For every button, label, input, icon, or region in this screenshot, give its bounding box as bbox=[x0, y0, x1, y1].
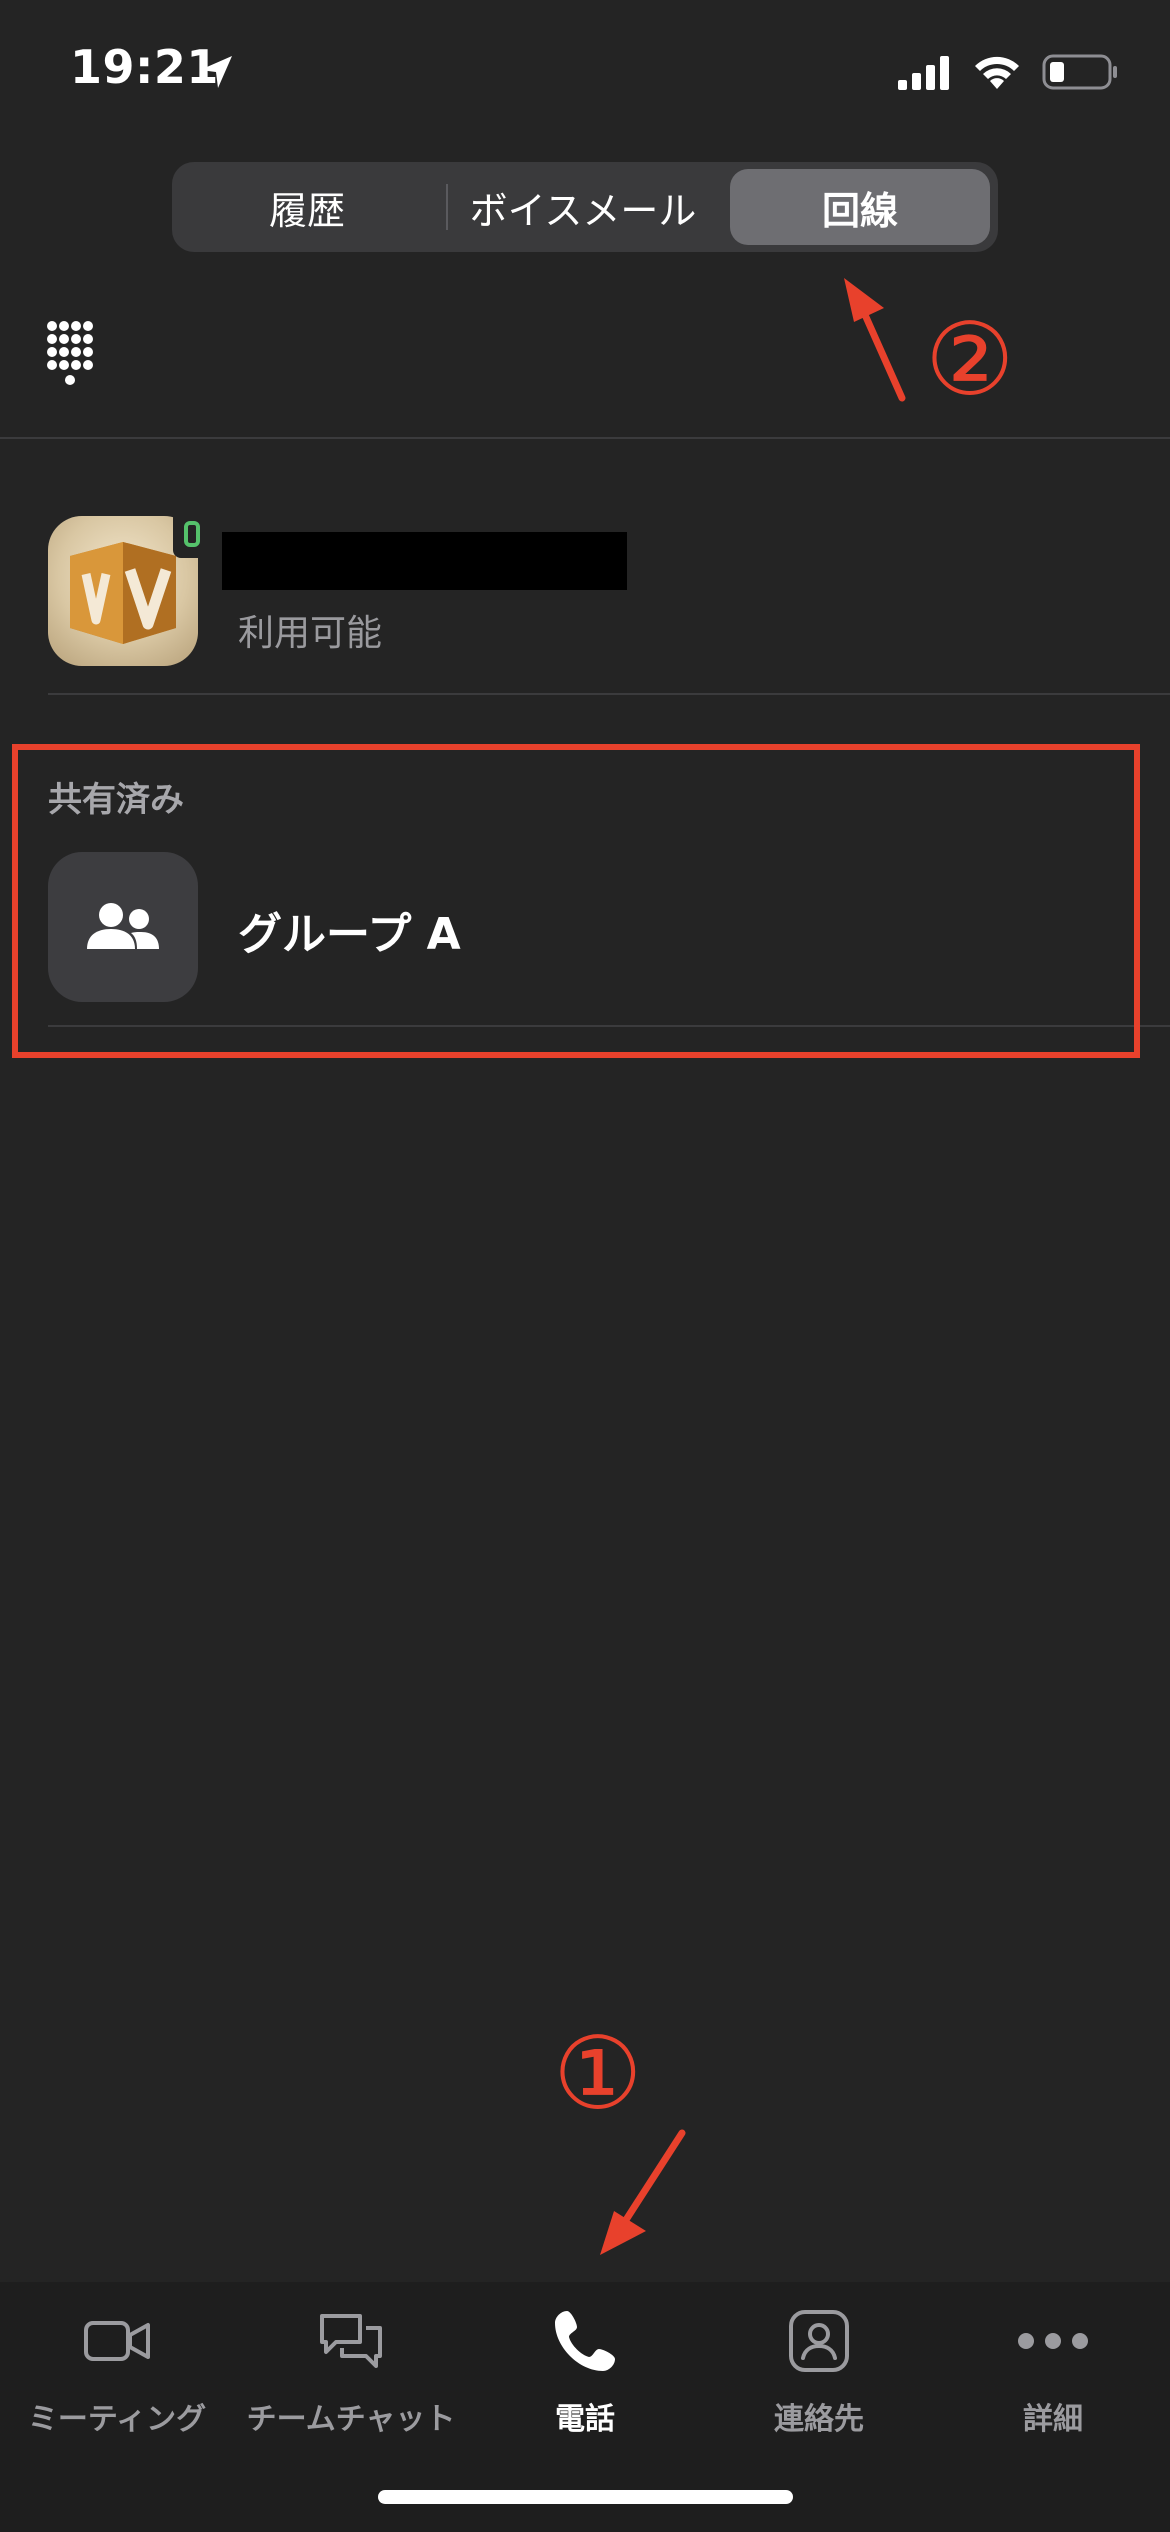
annotation-arrow-up bbox=[844, 278, 906, 402]
annotation-arrow-down bbox=[600, 2129, 686, 2255]
segmented-control: 履歴 ボイスメール 回線 bbox=[172, 162, 998, 252]
segment-history[interactable]: 履歴 bbox=[172, 162, 442, 252]
contact-card-icon bbox=[789, 2310, 849, 2372]
tab-phone[interactable]: 電話 bbox=[468, 2296, 702, 2446]
dialpad-icon[interactable] bbox=[44, 318, 100, 390]
tab-meetings[interactable]: ミーティング bbox=[0, 2296, 234, 2446]
annotation-number-1: ① bbox=[553, 2015, 643, 2132]
segment-voicemail[interactable]: ボイスメール bbox=[448, 162, 718, 252]
segment-lines[interactable]: 回線 bbox=[730, 169, 990, 245]
tab-label: 詳細 bbox=[1023, 2402, 1083, 2437]
tab-team-chat[interactable]: チームチャット bbox=[234, 2296, 468, 2446]
chat-bubbles-icon bbox=[320, 2314, 382, 2368]
tab-label: 電話 bbox=[555, 2402, 615, 2437]
battery-icon bbox=[1042, 54, 1117, 90]
tab-label: チームチャット bbox=[246, 2402, 456, 2437]
annotation-number-2: ② bbox=[925, 301, 1015, 418]
annotation-highlight-box bbox=[12, 744, 1140, 1058]
status-bar: 19:21 bbox=[0, 0, 1170, 130]
tab-label: 連絡先 bbox=[774, 2402, 864, 2437]
redacted-name bbox=[222, 532, 627, 590]
more-dots-icon bbox=[1018, 2333, 1088, 2349]
presence-indicator bbox=[173, 510, 211, 558]
cellular-signal-icon bbox=[898, 56, 949, 90]
location-arrow-icon bbox=[200, 56, 232, 88]
phone-icon bbox=[555, 2311, 615, 2371]
tab-contacts[interactable]: 連絡先 bbox=[702, 2296, 936, 2446]
video-camera-icon bbox=[84, 2321, 150, 2361]
availability-status: 利用可能 bbox=[238, 613, 383, 654]
row-divider bbox=[48, 693, 1170, 695]
wifi-icon bbox=[975, 56, 1019, 89]
home-indicator bbox=[378, 2490, 793, 2504]
header-divider bbox=[0, 437, 1170, 439]
tab-label: ミーティング bbox=[27, 2402, 207, 2437]
tab-more[interactable]: 詳細 bbox=[936, 2296, 1170, 2446]
status-icons bbox=[898, 50, 1118, 94]
